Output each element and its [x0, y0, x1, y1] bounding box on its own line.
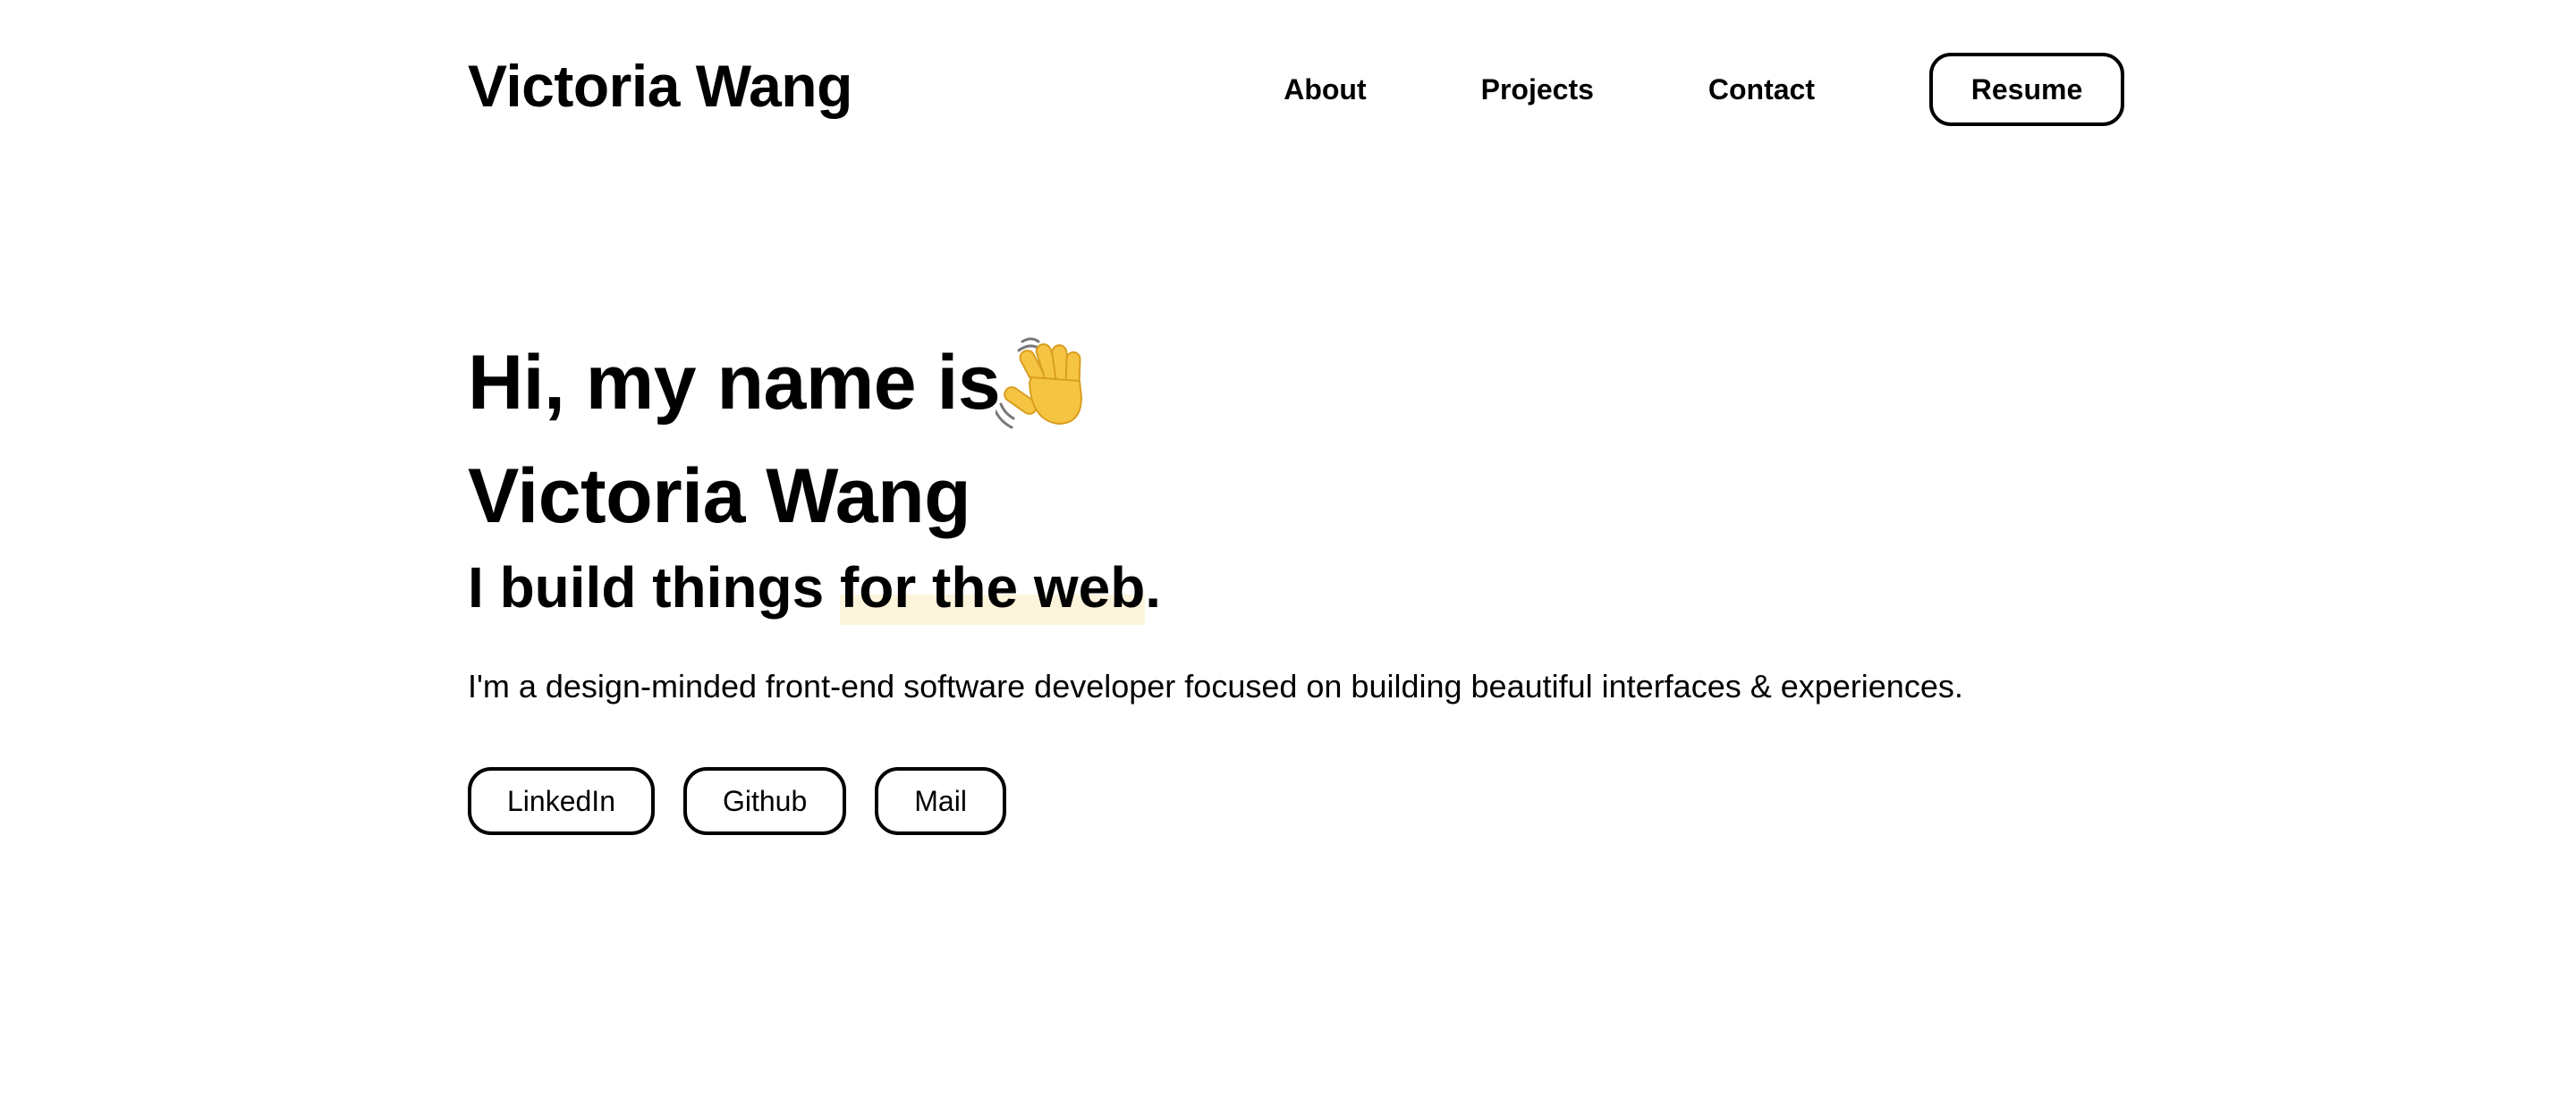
mail-button-label: Mail [914, 784, 967, 817]
github-button-label: Github [722, 784, 808, 817]
hero-bio: I'm a design-minded front-end software d… [468, 668, 1963, 705]
site-header: Victoria Wang About Projects Contact Res… [468, 49, 2124, 130]
linkedin-button-label: LinkedIn [507, 784, 615, 817]
nav-link-about[interactable]: About [1284, 75, 1366, 104]
social-links: LinkedIn Github Mail [468, 767, 1035, 835]
tagline-suffix: . [1145, 555, 1162, 620]
tagline-highlight: for the web [839, 555, 1146, 625]
page-container: Victoria Wang About Projects Contact Res… [468, 0, 2124, 1114]
tagline-prefix: I build things [468, 555, 840, 620]
hero-name: Victoria Wang [468, 453, 971, 539]
nav-link-projects[interactable]: Projects [1481, 75, 1594, 104]
hero-tagline: I build things for the web. [468, 555, 1161, 625]
github-button[interactable]: Github [682, 767, 847, 835]
nav-link-contact[interactable]: Contact [1708, 75, 1815, 104]
waving-hand-icon [996, 337, 1083, 429]
site-logo[interactable]: Victoria Wang [468, 56, 852, 115]
main-nav: About Projects Contact Resume [1284, 49, 2124, 130]
resume-button[interactable]: Resume [1929, 53, 2124, 126]
linkedin-button[interactable]: LinkedIn [468, 767, 655, 835]
hero-greeting: Hi, my name is [468, 340, 1001, 426]
mail-button[interactable]: Mail [875, 767, 1006, 835]
resume-button-label: Resume [1970, 72, 2083, 105]
